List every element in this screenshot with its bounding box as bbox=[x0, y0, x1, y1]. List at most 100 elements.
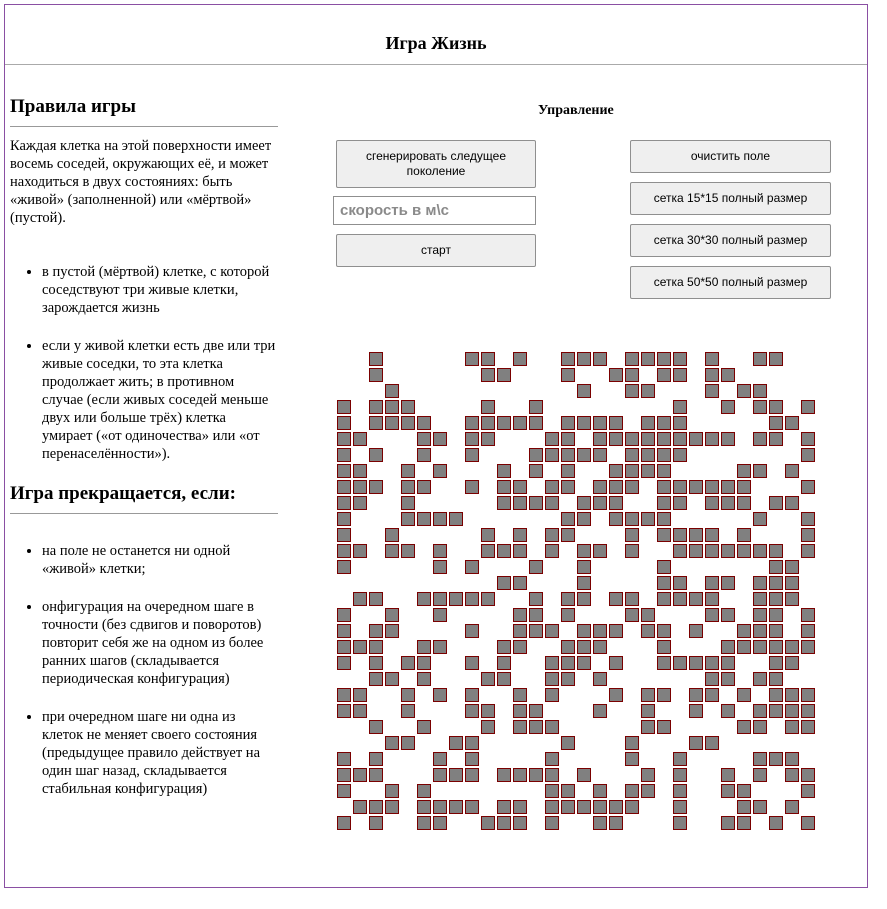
live-cell[interactable] bbox=[353, 768, 367, 782]
live-cell[interactable] bbox=[753, 672, 767, 686]
live-cell[interactable] bbox=[657, 432, 671, 446]
live-cell[interactable] bbox=[657, 448, 671, 462]
live-cell[interactable] bbox=[401, 400, 415, 414]
live-cell[interactable] bbox=[513, 624, 527, 638]
live-cell[interactable] bbox=[609, 432, 623, 446]
live-cell[interactable] bbox=[337, 448, 351, 462]
live-cell[interactable] bbox=[705, 592, 719, 606]
live-cell[interactable] bbox=[337, 704, 351, 718]
live-cell[interactable] bbox=[769, 624, 783, 638]
live-cell[interactable] bbox=[465, 688, 479, 702]
live-cell[interactable] bbox=[513, 720, 527, 734]
live-cell[interactable] bbox=[513, 352, 527, 366]
live-cell[interactable] bbox=[801, 432, 815, 446]
live-cell[interactable] bbox=[625, 384, 639, 398]
live-cell[interactable] bbox=[561, 784, 575, 798]
live-cell[interactable] bbox=[337, 784, 351, 798]
live-cell[interactable] bbox=[545, 752, 559, 766]
live-cell[interactable] bbox=[545, 656, 559, 670]
live-cell[interactable] bbox=[657, 560, 671, 574]
live-cell[interactable] bbox=[433, 544, 447, 558]
live-cell[interactable] bbox=[433, 800, 447, 814]
live-cell[interactable] bbox=[753, 592, 767, 606]
live-cell[interactable] bbox=[609, 496, 623, 510]
live-cell[interactable] bbox=[737, 544, 751, 558]
live-cell[interactable] bbox=[577, 640, 591, 654]
live-cell[interactable] bbox=[657, 624, 671, 638]
live-cell[interactable] bbox=[753, 720, 767, 734]
live-cell[interactable] bbox=[545, 768, 559, 782]
live-cell[interactable] bbox=[433, 464, 447, 478]
live-cell[interactable] bbox=[385, 384, 399, 398]
live-cell[interactable] bbox=[369, 656, 383, 670]
live-cell[interactable] bbox=[705, 672, 719, 686]
live-cell[interactable] bbox=[673, 448, 687, 462]
live-cell[interactable] bbox=[689, 656, 703, 670]
live-cell[interactable] bbox=[385, 784, 399, 798]
live-cell[interactable] bbox=[577, 576, 591, 590]
live-cell[interactable] bbox=[497, 416, 511, 430]
live-cell[interactable] bbox=[753, 608, 767, 622]
live-cell[interactable] bbox=[657, 720, 671, 734]
live-cell[interactable] bbox=[625, 736, 639, 750]
live-cell[interactable] bbox=[401, 496, 415, 510]
live-cell[interactable] bbox=[529, 608, 543, 622]
live-cell[interactable] bbox=[641, 464, 655, 478]
live-cell[interactable] bbox=[609, 816, 623, 830]
live-cell[interactable] bbox=[657, 496, 671, 510]
live-cell[interactable] bbox=[673, 752, 687, 766]
live-cell[interactable] bbox=[433, 592, 447, 606]
live-cell[interactable] bbox=[721, 816, 735, 830]
live-cell[interactable] bbox=[497, 368, 511, 382]
live-cell[interactable] bbox=[769, 592, 783, 606]
live-cell[interactable] bbox=[337, 560, 351, 574]
live-cell[interactable] bbox=[513, 496, 527, 510]
live-cell[interactable] bbox=[641, 512, 655, 526]
live-cell[interactable] bbox=[561, 528, 575, 542]
live-cell[interactable] bbox=[353, 800, 367, 814]
live-cell[interactable] bbox=[593, 704, 607, 718]
live-cell[interactable] bbox=[577, 512, 591, 526]
live-cell[interactable] bbox=[753, 624, 767, 638]
live-cell[interactable] bbox=[625, 528, 639, 542]
live-cell[interactable] bbox=[497, 496, 511, 510]
live-cell[interactable] bbox=[417, 656, 431, 670]
live-cell[interactable] bbox=[561, 432, 575, 446]
live-cell[interactable] bbox=[737, 464, 751, 478]
live-cell[interactable] bbox=[737, 800, 751, 814]
live-cell[interactable] bbox=[497, 656, 511, 670]
live-cell[interactable] bbox=[353, 432, 367, 446]
live-cell[interactable] bbox=[769, 432, 783, 446]
live-cell[interactable] bbox=[737, 816, 751, 830]
live-cell[interactable] bbox=[657, 416, 671, 430]
live-cell[interactable] bbox=[609, 464, 623, 478]
live-cell[interactable] bbox=[401, 704, 415, 718]
live-cell[interactable] bbox=[561, 608, 575, 622]
live-cell[interactable] bbox=[769, 704, 783, 718]
live-cell[interactable] bbox=[625, 800, 639, 814]
live-cell[interactable] bbox=[753, 512, 767, 526]
live-cell[interactable] bbox=[753, 384, 767, 398]
live-cell[interactable] bbox=[369, 400, 383, 414]
live-cell[interactable] bbox=[737, 624, 751, 638]
live-cell[interactable] bbox=[545, 800, 559, 814]
live-cell[interactable] bbox=[769, 816, 783, 830]
live-cell[interactable] bbox=[753, 704, 767, 718]
live-cell[interactable] bbox=[337, 416, 351, 430]
live-cell[interactable] bbox=[641, 448, 655, 462]
live-cell[interactable] bbox=[337, 400, 351, 414]
live-cell[interactable] bbox=[673, 656, 687, 670]
live-cell[interactable] bbox=[721, 608, 735, 622]
live-cell[interactable] bbox=[465, 656, 479, 670]
live-cell[interactable] bbox=[481, 352, 495, 366]
live-cell[interactable] bbox=[545, 432, 559, 446]
live-cell[interactable] bbox=[673, 432, 687, 446]
live-cell[interactable] bbox=[433, 752, 447, 766]
live-cell[interactable] bbox=[593, 640, 607, 654]
live-cell[interactable] bbox=[369, 640, 383, 654]
live-cell[interactable] bbox=[481, 704, 495, 718]
live-cell[interactable] bbox=[385, 624, 399, 638]
live-cell[interactable] bbox=[577, 624, 591, 638]
live-cell[interactable] bbox=[753, 544, 767, 558]
live-cell[interactable] bbox=[673, 480, 687, 494]
